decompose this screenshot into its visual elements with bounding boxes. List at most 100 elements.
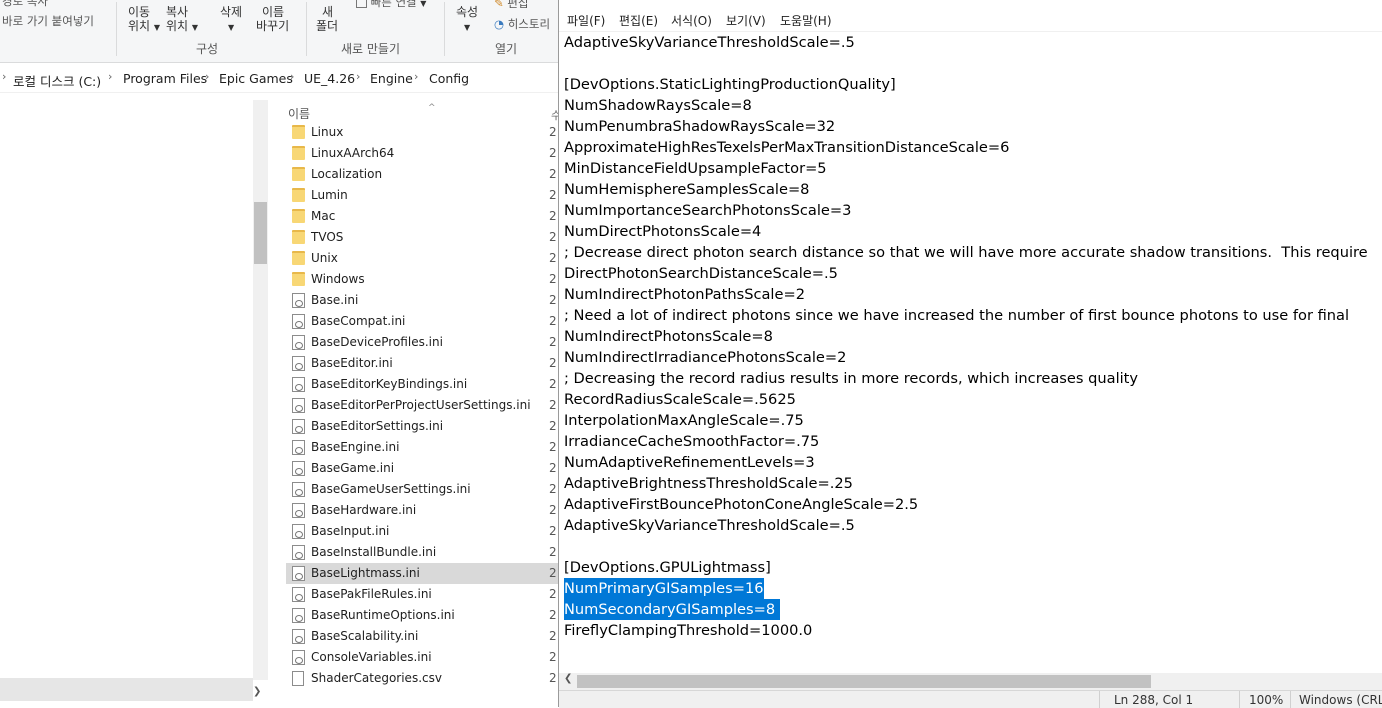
menu-file[interactable]: 파일(F): [567, 12, 605, 29]
file-row[interactable]: BaseHardware.ini 2: [286, 500, 558, 521]
text-line[interactable]: [DevOptions.StaticLightingProductionQual…: [564, 74, 896, 95]
file-row[interactable]: BaseGame.ini 2: [286, 458, 558, 479]
settings-file-icon: [292, 650, 305, 665]
file-row[interactable]: BaseEngine.ini 2: [286, 437, 558, 458]
nav-pane-scrollbar[interactable]: [253, 100, 268, 680]
menu-edit[interactable]: 편집(E): [619, 12, 658, 29]
file-row[interactable]: Windows 2: [286, 269, 558, 290]
copy-to-label-1: 복사: [166, 5, 189, 19]
text-line[interactable]: InterpolationMaxAngleScale=.75: [564, 410, 804, 431]
text-line[interactable]: NumIndirectPhotonsScale=8: [564, 326, 773, 347]
text-line[interactable]: ApproximateHighResTexelsPerMaxTransition…: [564, 137, 1009, 158]
copy-to-button[interactable]: 복사 위치 ▼: [166, 5, 198, 35]
breadcrumb-ue426[interactable]: UE_4.26: [304, 71, 355, 86]
easy-access-button[interactable]: 빠른 연결 ▼: [356, 0, 426, 10]
rename-button[interactable]: 이름 바꾸기: [256, 5, 289, 33]
text-line[interactable]: DirectPhotonSearchDistanceScale=.5: [564, 263, 838, 284]
file-row[interactable]: BaseInput.ini 2: [286, 521, 558, 542]
file-row[interactable]: BaseInstallBundle.ini 2: [286, 542, 558, 563]
menu-help[interactable]: 도움말(H): [780, 12, 832, 29]
text-line[interactable]: NumIndirectIrradiancePhotonsScale=2: [564, 347, 846, 368]
file-date-partial: 2: [549, 188, 557, 202]
new-folder-button[interactable]: 새 폴더: [316, 5, 338, 33]
text-line[interactable]: AdaptiveSkyVarianceThresholdScale=.5: [564, 515, 855, 536]
paste-shortcut-button[interactable]: 바로 가기 붙여넣기: [2, 13, 94, 29]
file-list[interactable]: 이름 ^ 수 Linux 2 LinuxAArch64 2 Localization 2 L…: [268, 98, 558, 707]
text-line[interactable]: NumAdaptiveRefinementLevels=3: [564, 452, 815, 473]
breadcrumb-program-files[interactable]: Program Files: [123, 71, 207, 86]
text-line[interactable]: AdaptiveBrightnessThresholdScale=.25: [564, 473, 853, 494]
text-line[interactable]: FireflyClampingThreshold=1000.0: [564, 620, 812, 641]
text-line[interactable]: NumIndirectPhotonPathsScale=2: [564, 284, 805, 305]
folder-icon: [292, 272, 305, 286]
scroll-down-arrow-icon[interactable]: ❯: [253, 686, 261, 697]
text-line[interactable]: RecordRadiusScaleScale=.5625: [564, 389, 796, 410]
file-date-partial: 2: [549, 272, 557, 286]
properties-button[interactable]: 속성 ▼: [456, 5, 478, 35]
file-row[interactable]: BaseEditorKeyBindings.ini 2: [286, 374, 558, 395]
file-row[interactable]: ShaderCategories.csv 2: [286, 668, 558, 689]
editor-scroll-thumb[interactable]: [577, 675, 1151, 688]
text-line[interactable]: ; Decrease direct photon search distance…: [564, 242, 1368, 263]
text-editor[interactable]: AdaptiveSkyVarianceThresholdScale=.5 [Dev…: [559, 32, 1382, 672]
file-row[interactable]: BasePakFileRules.ini 2: [286, 584, 558, 605]
text-line[interactable]: ; Decreasing the record radius results i…: [564, 368, 1138, 389]
text-line[interactable]: IrradianceCacheSmoothFactor=.75: [564, 431, 819, 452]
file-row[interactable]: BaseDeviceProfiles.ini 2: [286, 332, 558, 353]
file-row[interactable]: TVOS 2: [286, 227, 558, 248]
file-row[interactable]: Unix 2: [286, 248, 558, 269]
file-row[interactable]: Localization 2: [286, 164, 558, 185]
file-row[interactable]: BaseRuntimeOptions.ini 2: [286, 605, 558, 626]
properties-label: 속성: [456, 5, 479, 19]
text-line[interactable]: MinDistanceFieldUpsampleFactor=5: [564, 158, 827, 179]
file-row[interactable]: BaseEditorSettings.ini 2: [286, 416, 558, 437]
text-line-selected[interactable]: NumSecondaryGISamples=8: [564, 599, 780, 620]
copy-path-button[interactable]: 경로 복사: [2, 0, 48, 9]
delete-button[interactable]: 삭제 ▼: [220, 5, 242, 35]
file-row[interactable]: BaseEditorPerProjectUserSettings.ini 2: [286, 395, 558, 416]
file-row[interactable]: LinuxAArch64 2: [286, 143, 558, 164]
file-row[interactable]: Lumin 2: [286, 185, 558, 206]
status-divider: [1099, 691, 1100, 708]
history-button[interactable]: ◔ 히스토리: [494, 16, 550, 32]
file-name: BaseEditorKeyBindings.ini: [311, 377, 468, 391]
checkbox-icon: [356, 0, 367, 8]
text-line[interactable]: NumImportanceSearchPhotonsScale=3: [564, 200, 851, 221]
nav-pane-scroll-thumb[interactable]: [254, 202, 267, 264]
file-row[interactable]: BaseGameUserSettings.ini 2: [286, 479, 558, 500]
move-to-button[interactable]: 이동 위치 ▼: [128, 5, 160, 35]
address-bar[interactable]: › 로컬 디스크 (C:) › Program Files › Epic Gam…: [0, 66, 558, 93]
file-row[interactable]: BaseEditor.ini 2: [286, 353, 558, 374]
text-line-selected[interactable]: NumPrimaryGISamples=16: [564, 578, 764, 599]
file-row[interactable]: Linux 2: [286, 122, 558, 143]
text-line[interactable]: ; Need a lot of indirect photons since w…: [564, 305, 1349, 326]
menu-format[interactable]: 서식(O): [671, 12, 712, 29]
text-line[interactable]: NumDirectPhotonsScale=4: [564, 221, 761, 242]
breadcrumb-local-disk[interactable]: 로컬 디스크 (C:): [13, 71, 101, 90]
nav-pane-horizontal-scrollbar[interactable]: [0, 678, 253, 701]
text-line[interactable]: NumHemisphereSamplesScale=8: [564, 179, 809, 200]
file-row[interactable]: Mac 2: [286, 206, 558, 227]
scroll-left-arrow-icon[interactable]: ❮: [564, 673, 572, 684]
file-row[interactable]: Base.ini 2: [286, 290, 558, 311]
text-line[interactable]: AdaptiveFirstBouncePhotonConeAngleScale=…: [564, 494, 918, 515]
breadcrumb-engine[interactable]: Engine: [370, 71, 413, 86]
edit-button[interactable]: ✎ 편집: [494, 0, 528, 11]
file-row[interactable]: ConsoleVariables.ini 2: [286, 647, 558, 668]
breadcrumb-config[interactable]: Config: [429, 71, 469, 86]
file-row[interactable]: BaseScalability.ini 2: [286, 626, 558, 647]
text-line[interactable]: NumShadowRaysScale=8: [564, 95, 752, 116]
breadcrumb-epic-games[interactable]: Epic Games: [219, 71, 293, 86]
editor-horizontal-scrollbar[interactable]: ❮: [559, 673, 1382, 690]
move-to-label-2: 위치: [128, 19, 151, 33]
file-date-partial: 2: [549, 482, 557, 496]
text-line[interactable]: [DevOptions.GPULightmass]: [564, 557, 771, 578]
menu-view[interactable]: 보기(V): [726, 12, 766, 29]
text-line[interactable]: NumPenumbraShadowRaysScale=32: [564, 116, 835, 137]
navigation-pane[interactable]: [0, 98, 268, 707]
column-header-partial[interactable]: 수: [551, 107, 558, 123]
file-row[interactable]: BaseCompat.ini 2: [286, 311, 558, 332]
file-row[interactable]: BaseLightmass.ini 2: [286, 563, 558, 584]
text-line[interactable]: AdaptiveSkyVarianceThresholdScale=.5: [564, 32, 855, 53]
column-header-name[interactable]: 이름 ^: [288, 103, 436, 122]
